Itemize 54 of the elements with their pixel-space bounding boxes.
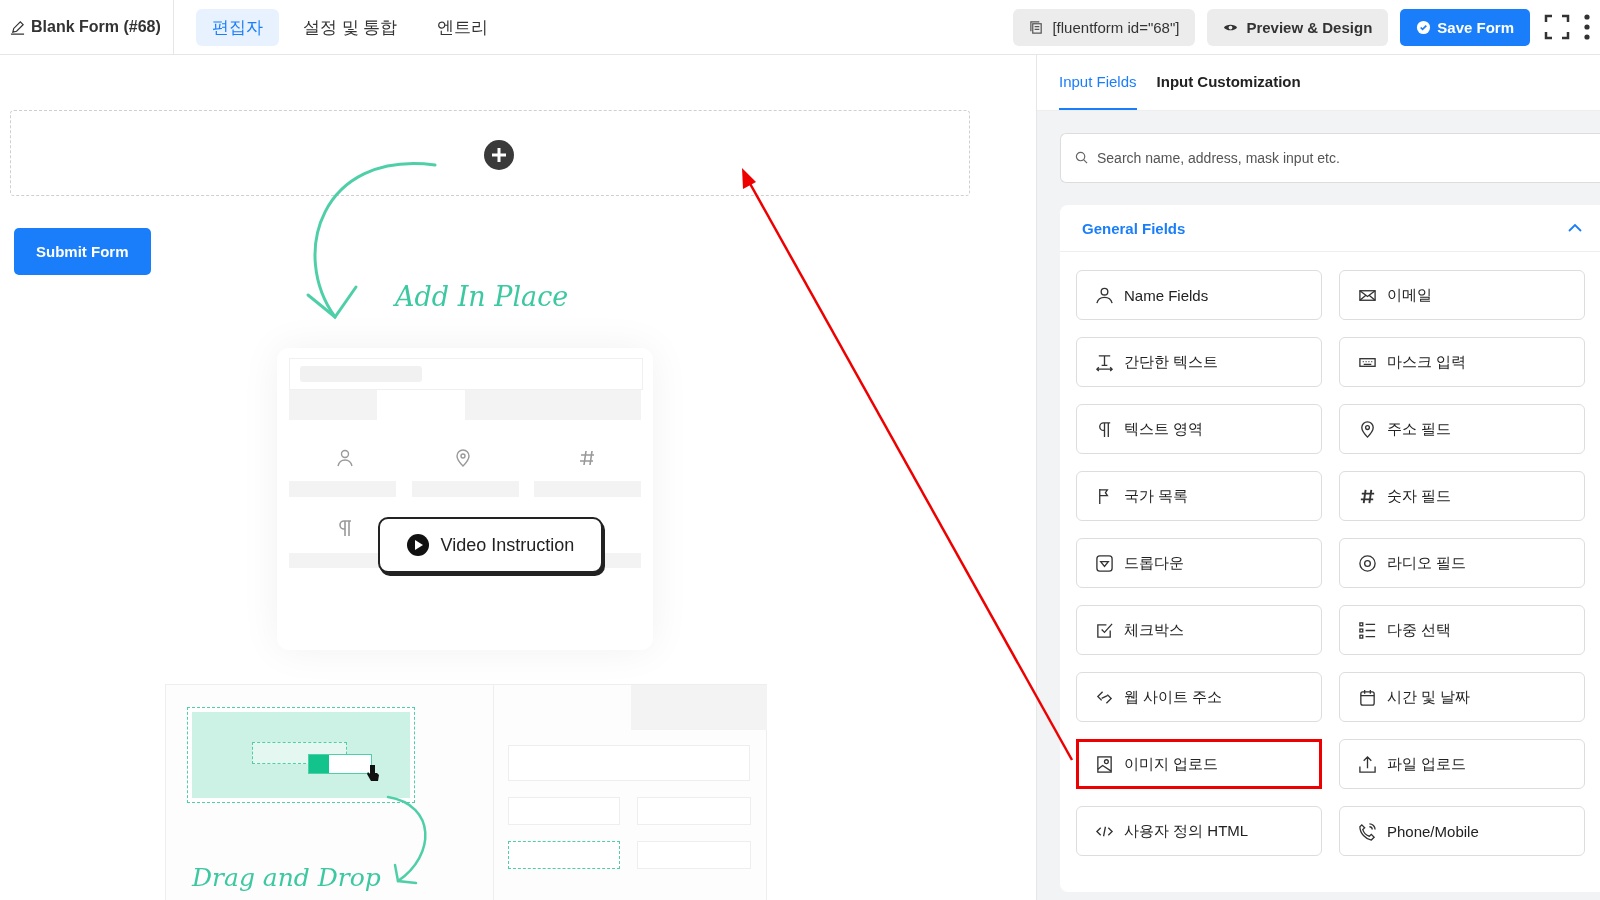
radio-icon: [1358, 553, 1377, 573]
dropdown-icon: [1095, 553, 1114, 573]
form-title: Blank Form (#68): [31, 18, 161, 36]
nav-tab[interactable]: 편집자: [195, 8, 279, 46]
list-icon: [1358, 620, 1377, 640]
hash-icon: [577, 448, 597, 468]
field-type-button[interactable]: 사용자 정의 HTML: [1076, 806, 1322, 856]
map-pin-icon: [453, 448, 473, 468]
add-in-place-label: Add In Place: [395, 281, 569, 312]
phone-icon: [1358, 821, 1377, 841]
video-instruction-button[interactable]: Video Instruction: [378, 517, 603, 573]
copy-icon: [1029, 19, 1045, 35]
field-type-button[interactable]: 파일 업로드: [1339, 739, 1585, 789]
person-icon: [1095, 285, 1114, 305]
field-type-button[interactable]: 국가 목록: [1076, 471, 1322, 521]
field-type-button[interactable]: Name Fields: [1076, 270, 1322, 320]
check-circle-icon: [1416, 19, 1432, 35]
field-type-button[interactable]: 다중 선택: [1339, 605, 1585, 655]
play-icon: [406, 534, 429, 556]
panel-tab[interactable]: Input Customization: [1156, 55, 1301, 110]
field-type-button[interactable]: 이미지 업로드: [1076, 739, 1322, 789]
save-form-button[interactable]: Save Form: [1400, 8, 1530, 46]
field-type-button[interactable]: 숫자 필드: [1339, 471, 1585, 521]
field-type-button[interactable]: 텍스트 영역: [1076, 404, 1322, 454]
field-type-button[interactable]: 간단한 텍스트: [1076, 337, 1322, 387]
upload-icon: [1358, 754, 1377, 774]
image-icon: [1095, 754, 1114, 774]
drag-and-drop-label: Drag and Drop: [192, 863, 381, 892]
shortcode-button[interactable]: [fluentform id="68"]: [1013, 8, 1196, 46]
field-type-button[interactable]: 드롭다운: [1076, 538, 1322, 588]
chevron-up-icon[interactable]: [1568, 224, 1582, 232]
field-type-button[interactable]: 체크박스: [1076, 605, 1322, 655]
more-menu-icon[interactable]: [1584, 14, 1590, 40]
field-type-button[interactable]: Phone/Mobile: [1339, 806, 1585, 856]
nav-tab[interactable]: 설정 및 통합: [286, 8, 414, 46]
submit-form-button[interactable]: Submit Form: [14, 228, 151, 275]
field-type-button[interactable]: 이메일: [1339, 270, 1585, 320]
fullscreen-icon[interactable]: [1544, 14, 1570, 40]
field-type-button[interactable]: 시간 및 날짜: [1339, 672, 1585, 722]
search-field[interactable]: Search name, address, mask input etc.: [1060, 133, 1600, 183]
add-icon[interactable]: [484, 140, 514, 170]
field-type-button[interactable]: 주소 필드: [1339, 404, 1585, 454]
text-cursor-icon: [1095, 352, 1114, 372]
preview-button[interactable]: Preview & Design: [1207, 8, 1389, 46]
pencil-icon: [10, 19, 25, 35]
person-icon: [335, 448, 355, 468]
search-icon: [1075, 151, 1088, 164]
calendar-icon: [1358, 687, 1377, 707]
field-type-button[interactable]: 웹 사이트 주소: [1076, 672, 1322, 722]
field-type-button[interactable]: 마스크 입력: [1339, 337, 1585, 387]
section-title: General Fields: [1082, 219, 1186, 237]
map-pin-icon: [1358, 419, 1377, 439]
field-type-button[interactable]: 라디오 필드: [1339, 538, 1585, 588]
nav-tab[interactable]: 엔트리: [421, 8, 505, 46]
